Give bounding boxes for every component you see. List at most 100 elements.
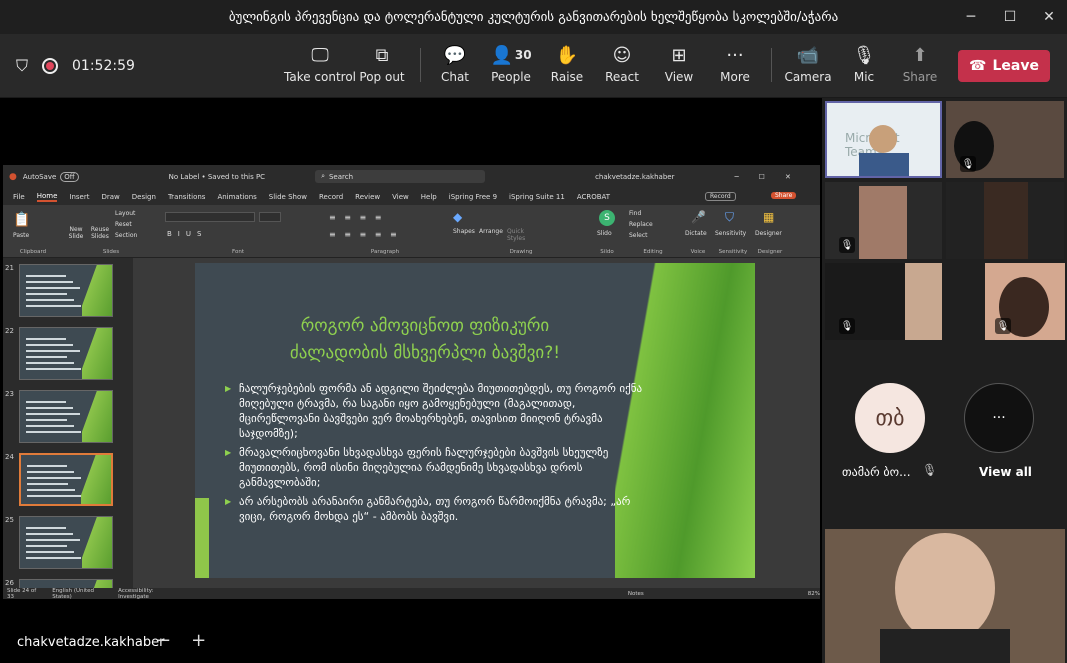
- replace-button[interactable]: Replace: [629, 221, 653, 228]
- thumb-text-line: [26, 305, 81, 307]
- ppt-tab[interactable]: Animations: [217, 193, 256, 201]
- camera-button[interactable]: 📹 Camera: [784, 42, 831, 92]
- thumb-text-line: [26, 413, 80, 415]
- arrange-button[interactable]: Arrange: [479, 228, 503, 235]
- language-status[interactable]: English (United States): [52, 588, 104, 600]
- shield-icon[interactable]: ⛉: [16, 56, 28, 76]
- ppt-tab[interactable]: View: [392, 193, 409, 201]
- people-button[interactable]: 👤 30 People: [490, 42, 532, 92]
- font-name-box[interactable]: [165, 212, 255, 222]
- ppt-tab[interactable]: Draw: [101, 193, 119, 201]
- toolbar-divider: [420, 48, 421, 82]
- ppt-tab[interactable]: iSpring Free 9: [449, 193, 497, 201]
- view-button[interactable]: ⊞ View: [662, 42, 696, 92]
- ppt-tab[interactable]: iSpring Suite 11: [509, 193, 565, 201]
- participant-tile[interactable]: [946, 182, 1064, 259]
- ppt-search-box[interactable]: ⌕ Search: [315, 170, 486, 183]
- new-slide-button[interactable]: New Slide: [65, 226, 87, 240]
- share-button[interactable]: ⬆ Share: [903, 42, 938, 92]
- ppt-tab[interactable]: Design: [132, 193, 156, 201]
- powerpoint-logo-icon: ●: [9, 171, 17, 182]
- ppt-tab[interactable]: ACROBAT: [577, 193, 610, 201]
- font-size-box[interactable]: [259, 212, 281, 222]
- mic-off-icon: 🎙: [960, 156, 976, 172]
- section-button[interactable]: Section: [115, 232, 137, 239]
- ppt-tab[interactable]: Review: [355, 193, 380, 201]
- ppt-tab[interactable]: Home: [36, 192, 58, 202]
- slide-green-accent: [195, 498, 209, 578]
- quick-styles-button[interactable]: Quick Styles: [507, 228, 529, 242]
- participant-tile[interactable]: 🎙: [825, 263, 942, 340]
- designer-icon[interactable]: ▦: [763, 210, 774, 224]
- zoom-level[interactable]: 82%: [808, 591, 820, 597]
- slide-thumbnail[interactable]: [19, 516, 113, 569]
- ppt-tab[interactable]: Slide Show: [269, 193, 307, 201]
- window-title: ბულინგის პრევენცია და ტოლერანტული კულტურ…: [228, 9, 839, 25]
- slide-thumbnail[interactable]: [19, 327, 113, 380]
- font-format-buttons[interactable]: BIUS: [167, 230, 207, 238]
- raise-hand-button[interactable]: ✋ Raise: [550, 42, 584, 92]
- accessibility-status[interactable]: Accessibility: Investigate: [118, 588, 174, 600]
- reuse-slides-button[interactable]: Reuse Slides: [89, 226, 111, 240]
- notes-button[interactable]: Notes: [628, 591, 644, 597]
- ppt-record-button[interactable]: Record: [705, 192, 736, 201]
- participant-avatar[interactable]: თბ: [855, 383, 925, 453]
- participant-tile[interactable]: 🎙: [985, 263, 1065, 340]
- smiley-icon: ☺: [612, 44, 632, 66]
- paste-icon[interactable]: 📋: [13, 212, 30, 228]
- phone-hangup-icon: ☎: [969, 58, 987, 74]
- current-slide[interactable]: როგორ ამოვიცნოთ ფიზიკური ძალადობის მსხვე…: [195, 263, 755, 578]
- dictate-icon[interactable]: 🎤: [691, 210, 706, 224]
- ppt-minimize-icon[interactable]: ─: [734, 173, 738, 181]
- ppt-tab[interactable]: Transitions: [168, 193, 206, 201]
- people-count: 30: [514, 48, 532, 62]
- slide-canvas: როგორ ამოვიცნოთ ფიზიკური ძალადობის მსხვე…: [133, 258, 820, 588]
- share-zoom-controls: − +: [156, 630, 206, 651]
- pop-out-button[interactable]: ⧉ Pop out: [359, 42, 404, 92]
- shapes-icon[interactable]: ◆: [453, 210, 462, 224]
- self-video-tile[interactable]: [825, 529, 1065, 663]
- participant-tile[interactable]: 🎙: [946, 101, 1064, 178]
- view-all-button[interactable]: ···: [964, 383, 1034, 453]
- close-button[interactable]: ✕: [1026, 0, 1067, 34]
- react-button[interactable]: ☺ React: [604, 42, 640, 92]
- ppt-tab[interactable]: File: [13, 193, 25, 201]
- mic-button[interactable]: 🎙 Mic: [850, 42, 878, 92]
- chat-button[interactable]: 💬 Chat: [438, 42, 472, 92]
- autosave-toggle[interactable]: Off: [60, 171, 79, 182]
- pop-out-icon: ⧉: [375, 44, 389, 66]
- more-icon: ···: [992, 410, 1006, 426]
- ppt-tab[interactable]: Help: [421, 193, 437, 201]
- select-button[interactable]: Select: [629, 232, 648, 239]
- leave-button[interactable]: ☎ Leave: [958, 50, 1050, 82]
- slide-thumbnail[interactable]: [19, 390, 113, 443]
- participant-name: თამარ ბო...: [842, 465, 911, 479]
- slido-icon[interactable]: S: [599, 210, 615, 226]
- reset-button[interactable]: Reset: [115, 221, 132, 228]
- zoom-in-icon[interactable]: +: [191, 630, 206, 651]
- align-buttons[interactable]: ≡ ≡ ≡ ≡ ≡: [329, 230, 400, 239]
- ppt-share-button[interactable]: Share: [771, 192, 797, 199]
- view-all-label[interactable]: View all: [979, 465, 1032, 479]
- slide-number: 24: [5, 453, 14, 461]
- list-buttons[interactable]: ≡ ≡ ≡ ≡: [329, 213, 384, 222]
- participant-face: [905, 263, 942, 340]
- more-button[interactable]: ··· More: [718, 42, 752, 92]
- take-control-button[interactable]: 🖵 Take control: [284, 42, 356, 92]
- participant-tile[interactable]: 🎙: [825, 182, 942, 259]
- ppt-tab[interactable]: Record: [319, 193, 343, 201]
- ppt-editor: 21 22 23 24 25 26 როგორ ამოვიცნოთ ფიზიკური ძა…: [3, 258, 820, 599]
- zoom-out-icon[interactable]: −: [156, 630, 171, 651]
- ppt-tab[interactable]: Insert: [69, 193, 89, 201]
- layout-button[interactable]: Layout: [115, 210, 135, 217]
- thumb-text-line: [26, 425, 74, 427]
- teams-meeting-window: ბულინგის პრევენცია და ტოლერანტული კულტურ…: [0, 0, 1067, 663]
- more-icon: ···: [726, 44, 744, 66]
- ppt-close-icon[interactable]: ✕: [785, 173, 791, 181]
- sensitivity-icon[interactable]: ⛉: [725, 210, 734, 225]
- find-button[interactable]: Find: [629, 210, 641, 217]
- slide-thumbnail[interactable]: [19, 264, 113, 317]
- participant-tile[interactable]: Microsoft Teams: [825, 101, 942, 178]
- slide-thumbnail[interactable]: [19, 453, 113, 506]
- ppt-maximize-icon[interactable]: ☐: [759, 173, 765, 181]
